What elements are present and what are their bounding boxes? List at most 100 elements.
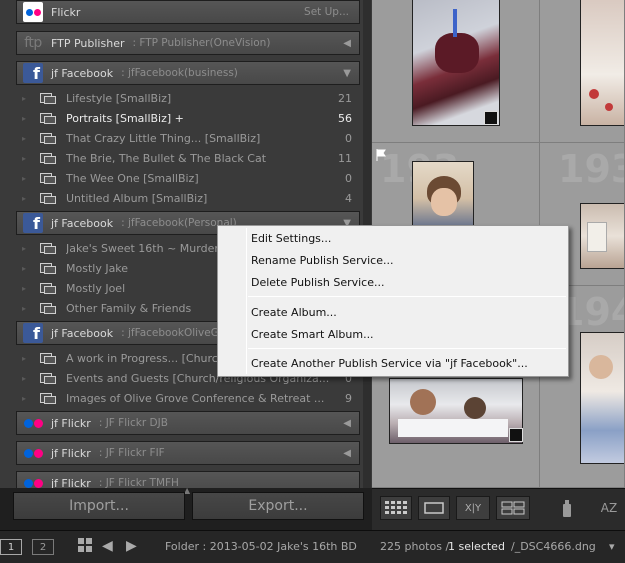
publish-service-flickr[interactable]: Flickr Set Up... <box>16 0 360 24</box>
album-row[interactable]: ▸ Untitled Album [SmallBiz] 4 <box>16 188 360 208</box>
spray-can-icon <box>563 500 571 517</box>
album-count: 9 <box>345 391 352 405</box>
thumbnail-child[interactable] <box>580 332 624 464</box>
disclosure-icon: ▸ <box>22 353 27 363</box>
album-row[interactable]: ▸ The Brie, The Bullet & The Black Cat 1… <box>16 148 360 168</box>
menu-item-rename-service[interactable]: Rename Publish Service... <box>251 254 393 267</box>
export-button[interactable]: Export... <box>192 492 364 520</box>
disclosure-icon: ▸ <box>22 303 27 313</box>
menu-item-delete-service[interactable]: Delete Publish Service... <box>251 276 385 289</box>
selected-filename: /_DSC4666.dng <box>511 540 596 553</box>
grid-view-button[interactable] <box>380 496 412 520</box>
set-up-link[interactable]: Set Up... <box>304 6 349 18</box>
expand-triangle-icon[interactable]: ▼ <box>343 68 351 79</box>
publish-service-ftp[interactable]: ftp FTP Publisher : FTP Publisher(OneVis… <box>16 31 360 55</box>
collapse-triangle-icon[interactable]: ◀ <box>343 38 351 49</box>
menu-separator <box>248 348 566 349</box>
menu-item-create-album[interactable]: Create Album... <box>251 306 337 319</box>
import-button[interactable]: Import... <box>13 492 185 520</box>
album-label: Other Family & Friends <box>66 301 192 315</box>
disclosure-icon: ▸ <box>22 243 27 253</box>
survey-view-icon <box>501 501 525 515</box>
album-label: Mostly Joel <box>66 281 126 295</box>
service-subtitle: : jfFacebook(business) <box>121 67 238 79</box>
loupe-view-icon <box>424 502 444 514</box>
album-label: The Wee One [SmallBiz] <box>66 171 199 185</box>
grid-toolbar: X|Y AZ <box>372 488 625 530</box>
album-label: Portraits [SmallBiz] + <box>66 111 184 125</box>
grid-navigate-icon[interactable] <box>78 538 92 556</box>
thumbnail-table[interactable] <box>580 0 624 126</box>
album-count: 4 <box>345 191 352 205</box>
album-count: 0 <box>345 171 352 185</box>
disclosure-icon: ▸ <box>22 173 27 183</box>
flag-icon[interactable] <box>376 149 386 161</box>
album-count: 0 <box>345 131 352 145</box>
published-album-icon <box>40 371 60 385</box>
loupe-view-button[interactable] <box>418 496 450 520</box>
folder-path[interactable]: Folder : 2013-05-02 Jake's 16th BD <box>165 540 357 553</box>
thumbnail-party[interactable] <box>580 203 624 269</box>
publish-service-flickr-fif[interactable]: jf Flickr : JF Flickr FIF ◀ <box>16 441 360 465</box>
secondary-window-button[interactable]: 2 <box>32 539 54 555</box>
published-album-icon <box>40 91 60 105</box>
publish-service-facebook-business[interactable]: f jf Facebook : jfFacebook(business) ▼ <box>16 61 360 85</box>
album-label: Images of Olive Grove Conference & Retre… <box>66 391 325 405</box>
spray-can-button[interactable] <box>556 496 578 520</box>
service-name: FTP Publisher <box>51 36 125 50</box>
grid-cell[interactable] <box>372 0 540 143</box>
photo-count: 225 photos / <box>380 540 450 553</box>
filename-dropdown-icon[interactable]: ▾ <box>609 540 615 553</box>
album-label: Untitled Album [SmallBiz] <box>66 191 208 205</box>
grid-cell[interactable] <box>540 0 625 143</box>
disclosure-icon: ▸ <box>22 113 27 123</box>
menu-separator <box>248 296 566 297</box>
menu-item-create-another-service[interactable]: Create Another Publish Service via "jf F… <box>251 357 528 370</box>
service-subtitle: : FTP Publisher(OneVision) <box>132 37 271 49</box>
flickr-logo-icon <box>23 2 43 22</box>
published-album-icon <box>40 171 60 185</box>
service-subtitle: : JF Flickr DJB <box>98 417 168 429</box>
published-album-icon <box>40 351 60 365</box>
collapse-triangle-icon[interactable]: ◀ <box>343 418 351 429</box>
facebook-logo-icon: f <box>23 213 43 233</box>
edited-badge-icon <box>509 428 523 442</box>
compare-view-button[interactable]: X|Y <box>456 496 490 520</box>
album-label: Mostly Jake <box>66 261 129 275</box>
service-subtitle: : jfFacebookOliveG <box>121 327 219 339</box>
menu-gutter <box>246 228 247 374</box>
album-row[interactable]: ▸ That Crazy Little Thing... [SmallBiz] … <box>16 128 360 148</box>
published-album-icon <box>40 281 60 295</box>
service-name: jf Flickr <box>51 446 91 460</box>
thumbnail-cake[interactable] <box>412 0 500 126</box>
service-name: jf Facebook <box>51 66 114 80</box>
album-row[interactable]: ▸ The Wee One [SmallBiz] 0 <box>16 168 360 188</box>
disclosure-icon: ▸ <box>22 153 27 163</box>
album-row[interactable]: ▸ Lifestyle [SmallBiz] 21 <box>16 88 360 108</box>
ftp-logo-icon: ftp <box>24 35 42 51</box>
selected-count: 1 selected <box>448 540 505 553</box>
menu-item-create-smart-album[interactable]: Create Smart Album... <box>251 328 374 341</box>
main-window-button[interactable]: 1 <box>0 539 22 555</box>
facebook-logo-icon: f <box>23 63 43 83</box>
flickr-logo-icon <box>23 473 43 488</box>
sort-direction-button[interactable]: AZ <box>594 496 624 520</box>
survey-view-button[interactable] <box>496 496 530 520</box>
album-row[interactable]: ▸ Images of Olive Grove Conference & Ret… <box>16 388 360 408</box>
album-count: 11 <box>338 151 352 165</box>
album-row-selected[interactable]: ▸ Portraits [SmallBiz] + 56 <box>16 108 360 128</box>
thumbnail-table-scene[interactable] <box>389 378 523 444</box>
published-album-icon <box>40 261 60 275</box>
sort-label: AZ <box>600 501 618 515</box>
disclosure-icon: ▸ <box>22 193 27 203</box>
publish-service-flickr-djb[interactable]: jf Flickr : JF Flickr DJB ◀ <box>16 411 360 435</box>
published-album-icon <box>40 131 60 145</box>
service-subtitle: : JF Flickr TMFH <box>98 477 179 488</box>
album-count: 21 <box>338 91 352 105</box>
back-arrow-icon[interactable]: ◀ <box>102 538 113 554</box>
compare-view-label: X|Y <box>464 502 482 514</box>
forward-arrow-icon[interactable]: ▶ <box>126 538 137 554</box>
disclosure-icon: ▸ <box>22 393 27 403</box>
collapse-triangle-icon[interactable]: ◀ <box>343 448 351 459</box>
menu-item-edit-settings[interactable]: Edit Settings... <box>251 232 331 245</box>
